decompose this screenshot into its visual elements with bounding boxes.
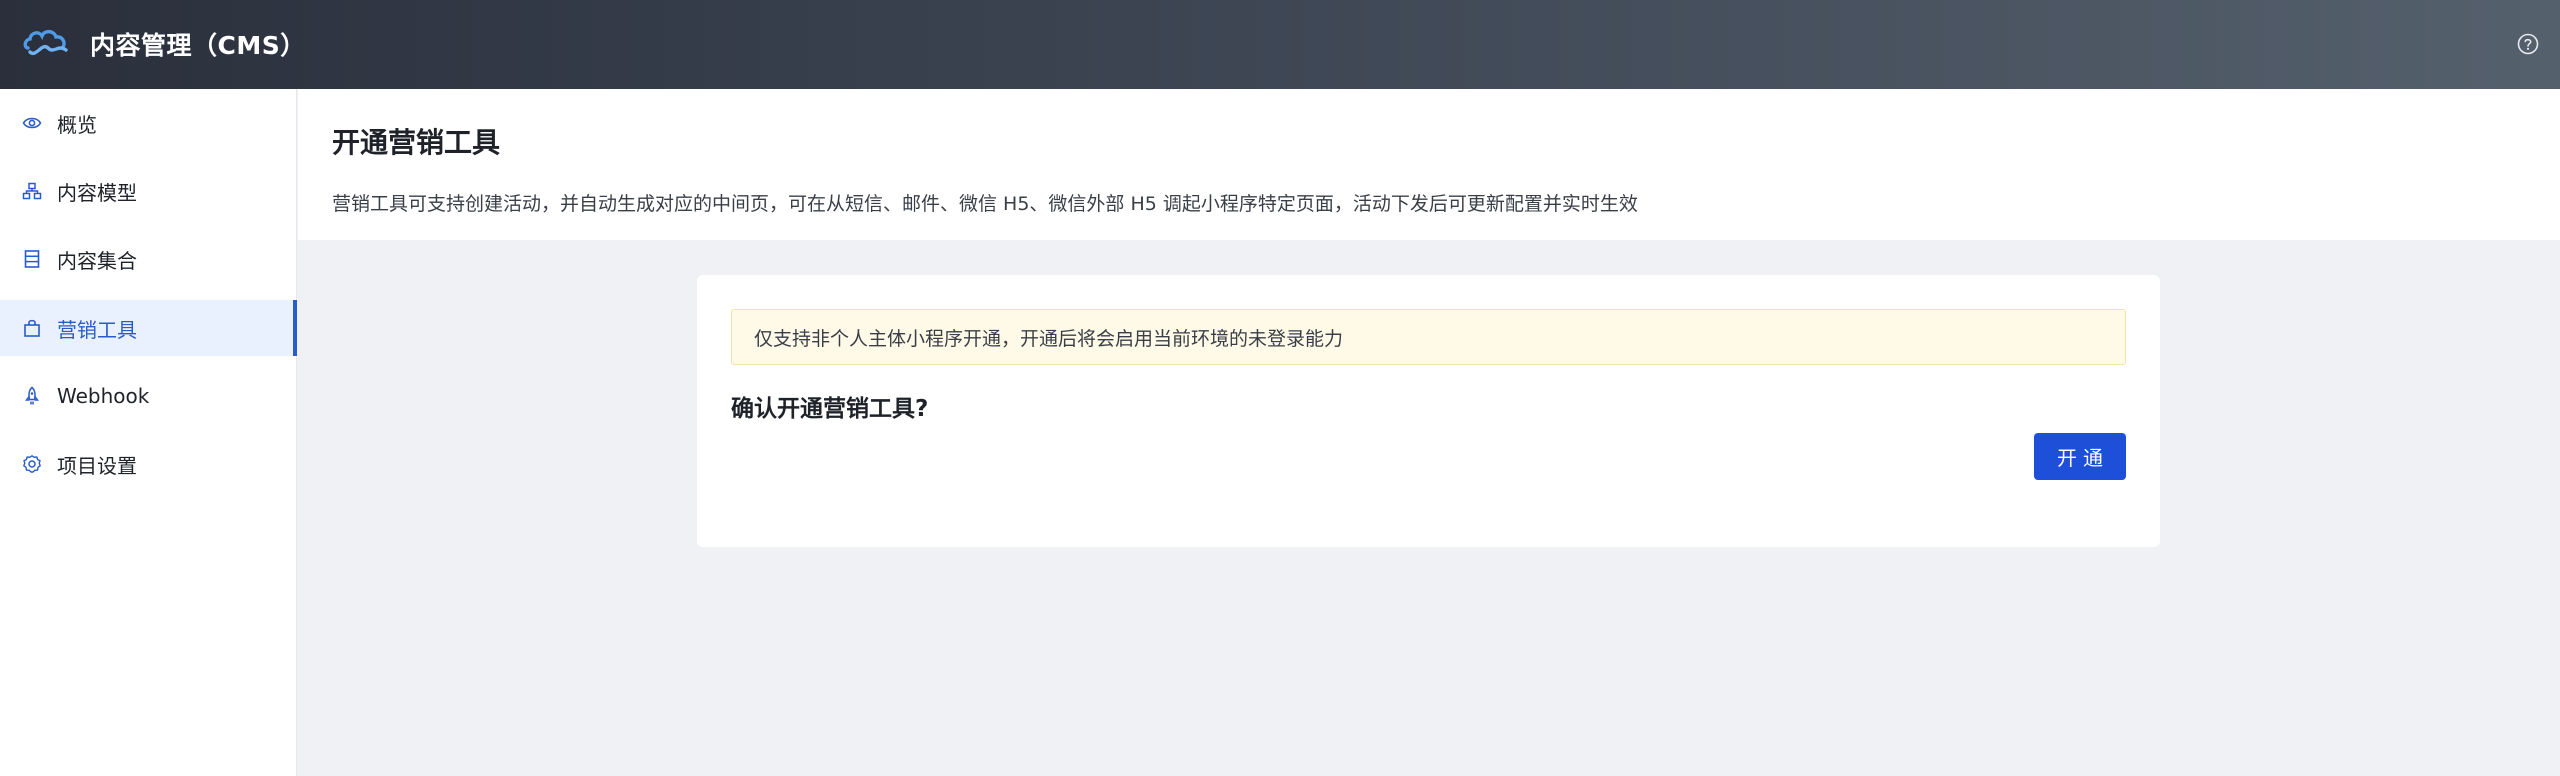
app-title: 内容管理（CMS） [90,31,306,60]
sidebar-item-content-model[interactable]: 内容模型 [0,163,297,219]
sidebar-item-label: 内容集合 [57,248,137,273]
cloud-logo-icon [23,29,68,55]
activation-card: 仅支持非个人主体小程序开通，开通后将会启用当前环境的未登录能力 确认开通营销工具… [697,275,2160,547]
sidebar-item-label: 概览 [57,112,97,137]
help-circle-icon[interactable] [2516,32,2540,56]
notice-banner: 仅支持非个人主体小程序开通，开通后将会启用当前环境的未登录能力 [731,309,2126,365]
rocket-icon [25,386,39,405]
model-hierarchy-icon [22,182,42,200]
page-description: 营销工具可支持创建活动，并自动生成对应的中间页，可在从短信、邮件、微信 H5、微… [332,193,1638,215]
sidebar-item-overview[interactable]: 概览 [0,95,297,151]
notice-text: 仅支持非个人主体小程序开通，开通后将会启用当前环境的未登录能力 [754,327,1344,350]
sidebar-item-label: Webhook [57,384,150,408]
gear-icon [23,455,41,473]
page-title: 开通营销工具 [332,126,501,159]
sidebar-item-marketing-tools[interactable]: 营销工具 [0,300,297,356]
shopping-bag-icon [24,319,40,337]
collection-list-icon [24,250,40,268]
sidebar-item-label: 项目设置 [57,453,137,478]
sidebar: 概览 内容模型 内容集合 营销工具 Webhook 项目设置 [0,89,297,776]
eye-icon [22,117,42,129]
open-button[interactable]: 开通 [2034,433,2126,480]
top-bar: 内容管理（CMS） [0,0,2560,89]
sidebar-item-label: 营销工具 [57,317,137,342]
sidebar-item-webhook[interactable]: Webhook [0,368,297,424]
sidebar-item-content-collection[interactable]: 内容集合 [0,231,297,287]
page-header: 开通营销工具 营销工具可支持创建活动，并自动生成对应的中间页，可在从短信、邮件、… [298,89,2560,240]
sidebar-item-label: 内容模型 [57,180,137,205]
sidebar-item-project-settings[interactable]: 项目设置 [0,436,297,492]
confirm-title: 确认开通营销工具? [731,396,929,422]
